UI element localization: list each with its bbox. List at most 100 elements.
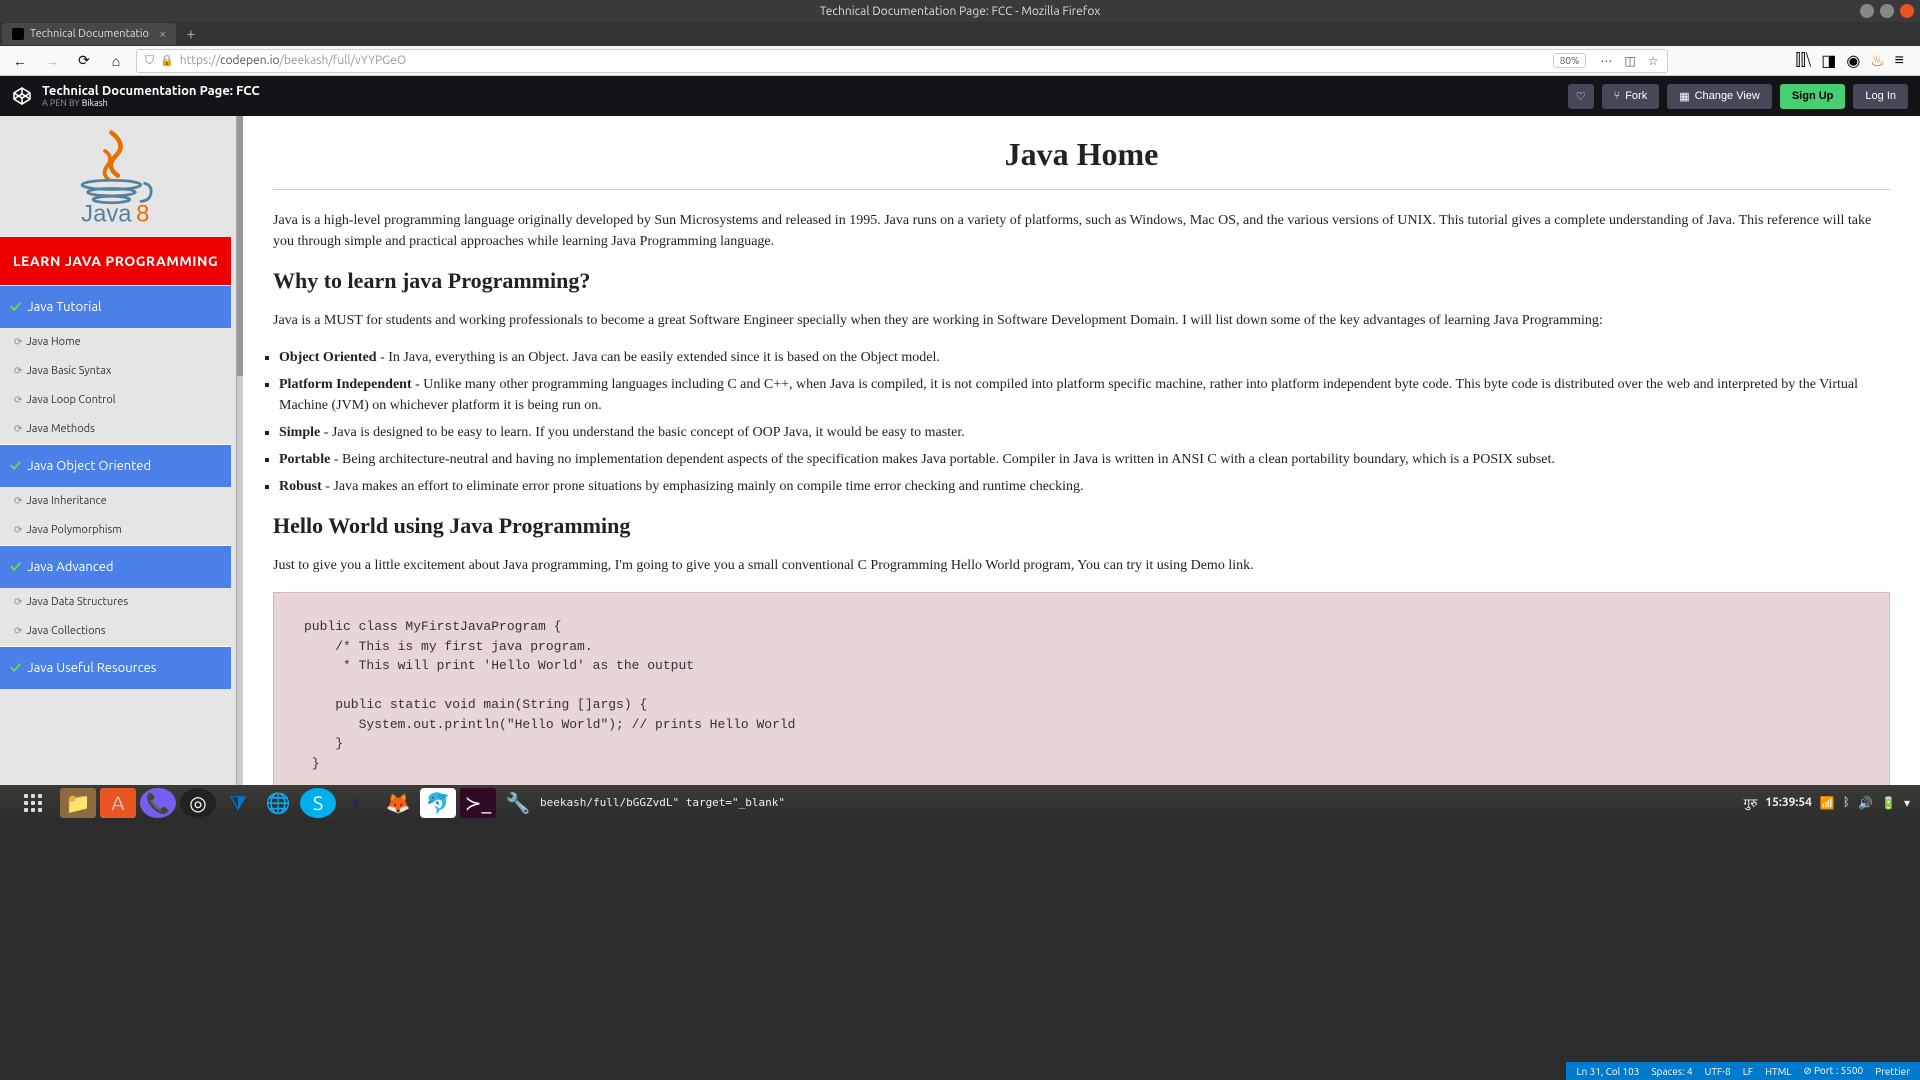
forward-button[interactable]: → xyxy=(40,49,64,73)
eol[interactable]: LF xyxy=(1743,1066,1753,1077)
volume-icon[interactable]: 🔊 xyxy=(1858,796,1873,810)
zoom-level[interactable]: 80% xyxy=(1553,53,1587,68)
heart-button[interactable]: ♡ xyxy=(1568,84,1594,109)
new-tab-button[interactable]: + xyxy=(176,25,205,43)
section-title: Java Tutorial xyxy=(27,300,101,314)
list-item: Platform Independent - Unlike many other… xyxy=(279,374,1890,416)
vscode-icon[interactable]: ⧩ xyxy=(220,788,256,818)
prettier-status[interactable]: Prettier xyxy=(1875,1066,1910,1077)
viber-icon[interactable]: 📞 xyxy=(140,788,176,818)
app-icon[interactable]: 🔧 xyxy=(500,788,536,818)
library-icon[interactable]: ⫿⫿⧹ xyxy=(1796,51,1812,70)
bookmark-star-icon[interactable]: ☆ xyxy=(1648,54,1659,68)
mysql-icon[interactable]: 🐬 xyxy=(420,788,456,818)
nav-link[interactable]: Java Collections xyxy=(0,617,231,646)
section-header[interactable]: ✓Java Object Oriented xyxy=(0,444,231,487)
lang-indicator[interactable]: गुरु xyxy=(1743,794,1757,811)
cursor-position[interactable]: Ln 31, Col 103 xyxy=(1576,1066,1639,1077)
codepen-logo-icon[interactable] xyxy=(12,86,32,106)
layout-icon: ▦ xyxy=(1679,90,1689,103)
chrome-icon[interactable]: 🌐 xyxy=(260,788,296,818)
section-header[interactable]: ✓ Java Advanced xyxy=(0,545,231,588)
file-lang[interactable]: HTML xyxy=(1765,1066,1791,1077)
doc-main[interactable]: Java Home Java is a high-level programmi… xyxy=(243,116,1920,785)
account-icon[interactable]: ◉ xyxy=(1846,51,1860,70)
svg-text:Java: Java xyxy=(81,200,132,227)
nav-link[interactable]: Java Data Structures xyxy=(0,588,231,617)
login-button[interactable]: Log In xyxy=(1853,84,1908,109)
files-icon[interactable]: 📁 xyxy=(60,788,96,818)
nav-link[interactable]: Java Polymorphism xyxy=(0,516,231,545)
maximize-button[interactable] xyxy=(1880,4,1894,18)
os-titlebar: Technical Documentation Page: FCC - Mozi… xyxy=(0,0,1920,22)
hello-intro: Just to give you a little excitement abo… xyxy=(273,555,1890,576)
list-item: Simple - Java is designed to be easy to … xyxy=(279,422,1890,443)
encoding[interactable]: UTF-8 xyxy=(1705,1066,1731,1077)
live-server-port[interactable]: ⊘ Port : 5500 xyxy=(1803,1065,1863,1077)
close-button[interactable] xyxy=(1900,4,1914,18)
window-title: Technical Documentation Page: FCC - Mozi… xyxy=(820,5,1101,18)
pen-title: Technical Documentation Page: FCC xyxy=(42,84,260,98)
check-icon: ✓ xyxy=(10,457,21,475)
list-item: Object Oriented - In Java, everything is… xyxy=(279,347,1890,368)
reader-mode-icon[interactable]: ◫ xyxy=(1624,54,1635,68)
sidebar-toggle-icon[interactable]: ◨ xyxy=(1821,51,1836,70)
firefox-icon[interactable]: 🦊 xyxy=(380,788,416,818)
page-actions-icon[interactable]: ⋯ xyxy=(1600,54,1612,68)
back-button[interactable]: ← xyxy=(8,49,32,73)
software-center-icon[interactable]: A xyxy=(100,788,136,818)
nav-link[interactable]: Java Home xyxy=(0,328,231,357)
home-button[interactable]: ⌂ xyxy=(104,49,128,73)
section-title: Java Useful Resources xyxy=(27,661,156,675)
browser-toolbar: ← → ⟳ ⌂ ⛉ 🔒 https://codepen.io/beekash/f… xyxy=(0,46,1920,76)
nav-link[interactable]: Java Methods xyxy=(0,415,231,444)
browser-tab-bar: Technical Documentatio × + xyxy=(0,22,1920,46)
nav-link[interactable]: Java Loop Control xyxy=(0,386,231,415)
code-block: public class MyFirstJavaProgram { /* Thi… xyxy=(273,592,1890,785)
clock[interactable]: 15:39:54 xyxy=(1765,796,1812,809)
signup-button[interactable]: Sign Up xyxy=(1780,84,1846,109)
skype-icon[interactable]: S xyxy=(300,788,336,818)
window-controls xyxy=(1860,4,1914,18)
wifi-icon[interactable]: 📶 xyxy=(1820,796,1835,810)
nav-link[interactable]: Java Inheritance xyxy=(0,487,231,516)
obs-icon[interactable]: ◎ xyxy=(180,788,216,818)
list-item: Portable - Being architecture-neutral an… xyxy=(279,449,1890,470)
battery-icon[interactable]: 🔋 xyxy=(1881,796,1896,810)
tab-close-icon[interactable]: × xyxy=(159,27,166,41)
menu-icon[interactable]: ≡ xyxy=(1895,51,1904,70)
fork-button[interactable]: ⑂Fork xyxy=(1602,84,1660,109)
lock-icon: 🔒 xyxy=(160,54,174,67)
section-header[interactable]: ✓Java Useful Resources xyxy=(0,646,231,689)
bluetooth-icon[interactable]: ᛒ xyxy=(1843,796,1850,809)
fork-icon: ⑂ xyxy=(1614,90,1621,102)
reload-button[interactable]: ⟳ xyxy=(72,49,96,73)
pen-author: A PEN BY Bikash xyxy=(42,98,260,108)
nav-link[interactable]: Java Basic Syntax xyxy=(0,357,231,386)
shield-icon: ⛉ xyxy=(145,54,154,68)
sidebar[interactable]: Java 8 LEARN JAVA PROGRAMMING ✓ Java Tuto… xyxy=(0,116,237,785)
check-icon: ✓ xyxy=(10,558,21,576)
terminal-icon[interactable]: ≻_ xyxy=(460,788,496,818)
content-area: Java 8 LEARN JAVA PROGRAMMING ✓ Java Tuto… xyxy=(0,116,1920,785)
learn-header: LEARN JAVA PROGRAMMING xyxy=(0,237,231,285)
section-title: Java Advanced xyxy=(27,560,113,574)
editor-snippet: beekash/full/bGGZvdL" target="_blank" xyxy=(540,796,785,809)
intro-paragraph: Java is a high-level programming languag… xyxy=(273,210,1890,252)
browser-tab[interactable]: Technical Documentatio × xyxy=(2,23,176,45)
extension-icon[interactable]: ♨ xyxy=(1870,51,1884,70)
change-view-button[interactable]: ▦Change View xyxy=(1667,84,1772,109)
url-bar[interactable]: ⛉ 🔒 https://codepen.io/beekash/full/vYYP… xyxy=(136,49,1668,73)
indent-mode[interactable]: Spaces: 4 xyxy=(1651,1066,1692,1077)
eclipse-icon[interactable]: ◐ xyxy=(340,788,376,818)
editor-statusbar: Ln 31, Col 103 Spaces: 4 UTF-8 LF HTML ⊘… xyxy=(1566,1062,1920,1080)
url-text: https://codepen.io/beekash/full/vYYPGeO xyxy=(180,54,406,67)
minimize-button[interactable] xyxy=(1860,4,1874,18)
title-divider xyxy=(273,189,1890,190)
section-header[interactable]: ✓ Java Tutorial xyxy=(0,285,231,328)
system-menu-icon[interactable]: ▾ xyxy=(1904,796,1910,810)
check-icon: ✓ xyxy=(10,298,21,316)
app-grid-icon[interactable] xyxy=(24,794,42,812)
tab-title: Technical Documentatio xyxy=(30,28,149,40)
svg-text:8: 8 xyxy=(136,200,149,227)
